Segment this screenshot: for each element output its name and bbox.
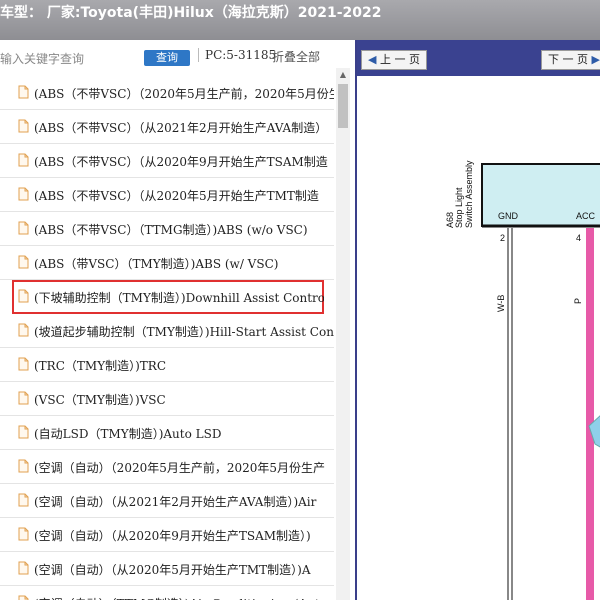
- tree-item[interactable]: (TRC（TMY制造）)TRC: [0, 348, 334, 382]
- document-tree: (ABS（不带VSC）（2020年5月生产前，2020年5月份生产 (ABS（不带…: [0, 76, 334, 600]
- tree-item[interactable]: (VSC（TMY制造）)VSC: [0, 382, 334, 416]
- document-icon: [18, 85, 29, 99]
- tree-item[interactable]: (空调（自动）（从2020年9月开始生产TSAM制造）): [0, 518, 334, 552]
- document-icon: [18, 595, 29, 600]
- document-icon: [18, 221, 29, 235]
- arrow-left-icon: ◀: [368, 53, 377, 66]
- document-icon: [18, 289, 29, 303]
- arrow-right-icon: ▶: [591, 53, 600, 66]
- tree-item-label: (空调（自动）（2020年5月生产前，2020年5月份生产: [34, 461, 326, 475]
- pc-code: PC:5-31185: [198, 48, 276, 62]
- tree-item-label: (ABS（不带VSC）（TTMG制造）)ABS (w/o VSC): [34, 223, 308, 237]
- prev-page-label: 上 一 页: [379, 53, 420, 66]
- document-icon: [18, 459, 29, 473]
- tree-item-label: (ABS（带VSC）（TMY制造）)ABS (w/ VSC): [34, 257, 279, 271]
- tree-item[interactable]: (ABS（带VSC）（TMY制造）)ABS (w/ VSC): [0, 246, 334, 280]
- tree-item-label: (ABS（不带VSC）（从2021年2月开始生产AVA制造）: [34, 121, 328, 135]
- tree-item-selected[interactable]: (下坡辅助控制（TMY制造）)Downhill Assist Control: [12, 280, 324, 314]
- document-icon: [18, 561, 29, 575]
- tree-item[interactable]: (空调（自动）（TTMG制造）)Air Conditioning (Aut: [0, 586, 334, 600]
- pin-gnd-label: GND: [498, 211, 519, 221]
- document-icon: [18, 391, 29, 405]
- tree-item-label: (空调（自动）（TTMG制造）)Air Conditioning (Aut: [34, 595, 320, 600]
- collapse-all-link[interactable]: 折叠全部: [272, 48, 320, 65]
- tree-scrollbar[interactable]: ▲: [336, 68, 350, 600]
- tree-item-label: (自动LSD（TMY制造）)Auto LSD: [34, 427, 222, 441]
- tree-item-label: (下坡辅助控制（TMY制造）)Downhill Assist Control: [34, 291, 324, 305]
- next-page-button[interactable]: 下 一 页 ▶: [541, 50, 600, 70]
- tree-item-label: (ABS（不带VSC）（从2020年5月开始生产TMT制造: [34, 189, 319, 203]
- tree-item[interactable]: (ABS（不带VSC）（TTMG制造）)ABS (w/o VSC): [0, 212, 334, 246]
- tree-item[interactable]: (ABS（不带VSC）（从2020年5月开始生产TMT制造: [0, 178, 334, 212]
- tree-item-label: (ABS（不带VSC）（2020年5月生产前，2020年5月份生产: [34, 87, 334, 101]
- tree-item-label: (TRC（TMY制造）)TRC: [34, 359, 167, 373]
- scroll-up-arrow-icon[interactable]: ▲: [336, 68, 350, 82]
- tree-item[interactable]: (自动LSD（TMY制造）)Auto LSD: [0, 416, 334, 450]
- left-panel: 查询 PC:5-31185 折叠全部 (ABS（不带VSC）（2020年5月生产…: [0, 40, 352, 600]
- tree-item[interactable]: (ABS（不带VSC）（从2021年2月开始生产AVA制造）: [0, 110, 334, 144]
- diagram-viewer: ◀ 上 一 页 下 一 页 ▶ A68 Stop Light Switch As…: [355, 40, 600, 600]
- tree-item[interactable]: (空调（自动）（从2020年5月开始生产TMT制造）)A: [0, 552, 334, 586]
- document-icon: [18, 119, 29, 133]
- search-bar: 查询 PC:5-31185 折叠全部: [0, 40, 352, 76]
- wire-p-label: P: [573, 298, 583, 304]
- tree-item-label: (ABS（不带VSC）（从2020年9月开始生产TSAM制造: [34, 155, 328, 169]
- title-bar: 车型： 厂家:Toyota(丰田)Hilux（海拉克斯）2021-2022: [0, 0, 600, 40]
- tree-item-label: (空调（自动）（从2020年9月开始生产TSAM制造）): [34, 529, 311, 543]
- next-page-label: 下 一 页: [548, 53, 588, 66]
- pin-gnd-number: 2: [500, 233, 505, 243]
- tree-item[interactable]: (空调（自动）（2020年5月生产前，2020年5月份生产: [0, 450, 334, 484]
- tree-item-label: (空调（自动）（从2021年2月开始生产AVA制造）)Air: [34, 495, 317, 509]
- document-icon: [18, 493, 29, 507]
- document-icon: [18, 153, 29, 167]
- query-button[interactable]: 查询: [144, 50, 190, 66]
- document-icon: [18, 357, 29, 371]
- document-icon: [18, 425, 29, 439]
- document-icon: [18, 255, 29, 269]
- tree-item-label: (坡道起步辅助控制（TMY制造）)Hill-Start Assist Contr…: [34, 325, 334, 339]
- pin-acc-number: 4: [576, 233, 581, 243]
- wiring-diagram: A68 Stop Light Switch Assembly GND ACC 2…: [445, 160, 600, 600]
- component-name-line1: Stop Light: [454, 187, 464, 228]
- tree-item-label: (空调（自动）（从2020年5月开始生产TMT制造）)A: [34, 563, 311, 577]
- viewer-toolbar: ◀ 上 一 页 下 一 页 ▶: [357, 40, 600, 76]
- tree-item[interactable]: (坡道起步辅助控制（TMY制造）)Hill-Start Assist Contr…: [0, 314, 334, 348]
- document-icon: [18, 187, 29, 201]
- document-icon: [18, 527, 29, 541]
- wire-wb-label: W-B: [496, 295, 506, 312]
- tree-item-label: (VSC（TMY制造）)VSC: [34, 393, 166, 407]
- tree-item[interactable]: (ABS（不带VSC）（2020年5月生产前，2020年5月份生产: [0, 76, 334, 110]
- pin-acc-label: ACC: [576, 211, 596, 221]
- prev-page-button[interactable]: ◀ 上 一 页: [361, 50, 427, 70]
- document-icon: [18, 323, 29, 337]
- component-name-line2: Switch Assembly: [464, 160, 474, 228]
- tree-item[interactable]: (空调（自动）（从2021年2月开始生产AVA制造）)Air: [0, 484, 334, 518]
- pink-wire: [586, 228, 594, 600]
- window-title: 车型： 厂家:Toyota(丰田)Hilux（海拉克斯）2021-2022: [0, 5, 382, 21]
- search-input[interactable]: [0, 48, 135, 70]
- scroll-thumb[interactable]: [338, 84, 348, 128]
- tree-item[interactable]: (ABS（不带VSC）（从2020年9月开始生产TSAM制造: [0, 144, 334, 178]
